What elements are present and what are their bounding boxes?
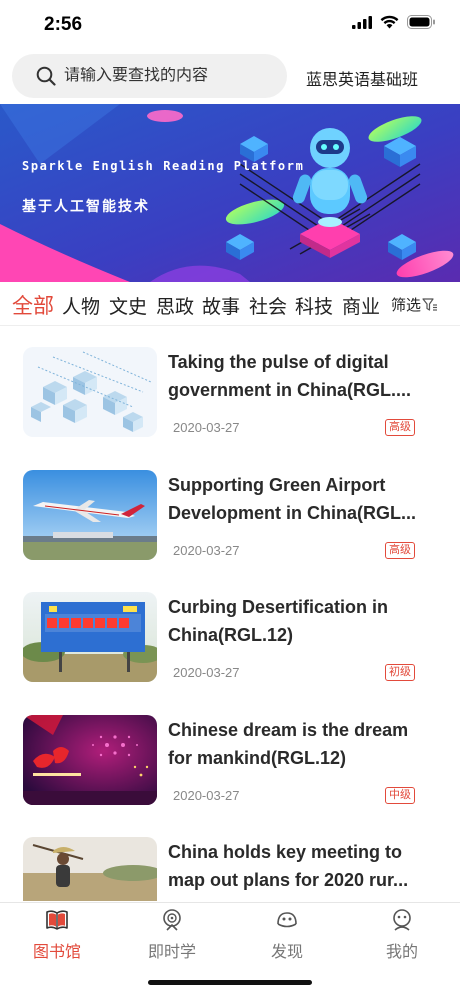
article-title-line: Chinese dream is the dream [168, 720, 409, 740]
article-thumbnail [23, 837, 157, 901]
article-date: 2020-03-27 [173, 420, 240, 435]
article-title-line: China(RGL.12) [168, 625, 294, 645]
category-tab-all[interactable]: 全部 [12, 290, 54, 320]
book-icon [46, 910, 68, 930]
level-badge: 高级 [385, 419, 415, 436]
article-title-line: government in China(RGL.... [168, 380, 412, 400]
tab-profile[interactable]: 我的 [362, 909, 442, 962]
tab-label: 发现 [270, 944, 303, 961]
article-title-line: Taking the pulse of digital [168, 352, 389, 372]
learn-icon [163, 909, 181, 931]
category-tab-politics[interactable]: 思政 [156, 292, 194, 319]
banner-title-cn: 基于人工智能技术 [22, 198, 150, 214]
article-date: 2020-03-27 [173, 665, 240, 680]
filter-label: 筛选 [391, 297, 422, 314]
banner[interactable]: Sparkle English Reading Platform 基于人工智能技… [0, 104, 460, 282]
article-date: 2020-03-27 [173, 543, 240, 558]
banner-artwork [0, 104, 460, 282]
article-title: Taking the pulse of digital government i… [168, 348, 428, 404]
article-item[interactable]: Curbing Desertification in China(RGL.12)… [0, 592, 460, 712]
tab-label: 我的 [385, 944, 418, 961]
article-title: Curbing Desertification in China(RGL.12) [168, 593, 428, 649]
wifi-icon [380, 15, 399, 29]
tab-label: 即时学 [147, 944, 196, 961]
filter-icon [422, 297, 438, 311]
article-thumbnail [23, 592, 157, 682]
signal-icon [352, 15, 372, 29]
article-title-line: for mankind(RGL.12) [168, 748, 347, 768]
banner-title-en: Sparkle English Reading Platform [22, 159, 305, 173]
article-thumbnail [23, 470, 157, 560]
status-icons [352, 15, 436, 29]
article-title-line: Development in China(RGL... [168, 503, 417, 523]
article-title-line: map out plans for 2020 rur... [168, 870, 409, 890]
category-tab-history[interactable]: 文史 [109, 292, 147, 319]
search-box[interactable] [12, 54, 287, 98]
level-badge: 高级 [385, 542, 415, 559]
category-tab-society[interactable]: 社会 [249, 292, 287, 319]
category-tab-stories[interactable]: 故事 [202, 292, 240, 319]
article-thumbnail [23, 715, 157, 805]
level-badge: 初级 [385, 664, 415, 681]
battery-icon [407, 15, 435, 29]
article-item[interactable]: Supporting Green Airport Development in … [0, 470, 460, 590]
article-title: Chinese dream is the dream for mankind(R… [168, 716, 428, 772]
filter-button[interactable]: 筛选 [391, 294, 438, 315]
category-tab-tech[interactable]: 科技 [295, 292, 333, 319]
status-bar: 2:56 [0, 0, 460, 50]
article-date: 2020-03-27 [173, 788, 240, 803]
profile-icon [393, 909, 411, 931]
tab-library[interactable]: 图书馆 [17, 909, 97, 962]
article-title: Supporting Green Airport Development in … [168, 471, 428, 527]
article-title-line: Curbing Desertification in [168, 597, 389, 617]
tab-learn[interactable]: 即时学 [132, 909, 212, 962]
tab-discover[interactable]: 发现 [247, 909, 327, 962]
level-badge: 中级 [385, 787, 415, 804]
article-title: China holds key meeting to map out plans… [168, 838, 428, 894]
status-time: 2:56 [44, 14, 83, 35]
category-tabs: 全部 人物 文史 思政 故事 社会 科技 商业 筛选 [0, 290, 460, 326]
discover-icon [277, 912, 297, 928]
article-item[interactable]: Taking the pulse of digital government i… [0, 347, 460, 467]
article-item[interactable]: China holds key meeting to map out plans… [0, 837, 460, 901]
article-item[interactable]: Chinese dream is the dream for mankind(R… [0, 715, 460, 835]
home-indicator[interactable] [148, 980, 312, 985]
article-title-line: Supporting Green Airport [168, 475, 386, 495]
category-tab-business[interactable]: 商业 [342, 292, 380, 319]
category-tab-people[interactable]: 人物 [62, 292, 100, 319]
article-title-line: China holds key meeting to [168, 842, 403, 862]
class-selector[interactable]: 蓝思英语基础班 [306, 66, 418, 90]
search-input[interactable] [64, 67, 274, 85]
tab-label: 图书馆 [32, 944, 81, 961]
article-thumbnail [23, 347, 157, 437]
search-icon [36, 66, 56, 86]
search-row: 蓝思英语基础班 [0, 54, 460, 100]
